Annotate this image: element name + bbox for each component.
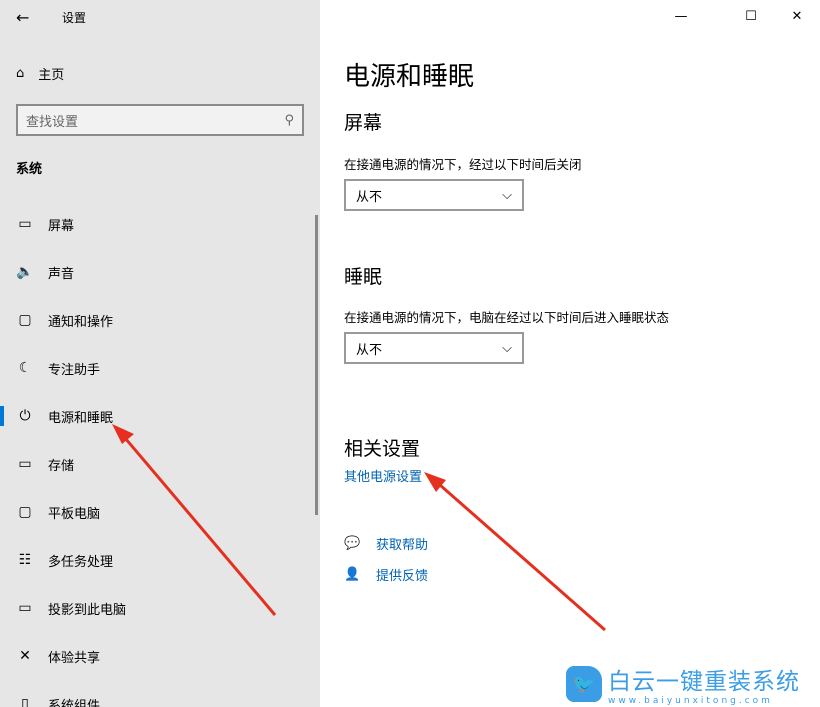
nav-icon: ☾	[0, 360, 48, 376]
sidebar-item[interactable]: ▢平板电脑	[0, 492, 310, 532]
nav-label: 多任务处理	[48, 551, 113, 570]
maximize-button[interactable]: ☐	[728, 0, 774, 32]
nav-icon: ▭	[0, 216, 48, 232]
sidebar-item[interactable]: ☷多任务处理	[0, 540, 310, 580]
screen-value: 从不	[356, 186, 382, 205]
app-title: 设置	[62, 9, 86, 26]
chevron-down-icon: ⌵	[502, 188, 512, 203]
sleep-value: 从不	[356, 339, 382, 358]
nav-icon: ▭	[0, 456, 48, 472]
nav-icon: ✕	[0, 648, 48, 664]
sidebar-item[interactable]: ▯系统组件	[0, 684, 310, 707]
screen-label: 在接通电源的情况下，经过以下时间后关闭	[344, 154, 582, 173]
nav-label: 电源和睡眠	[48, 407, 113, 426]
sidebar-home[interactable]: ⌂ 主页	[16, 64, 64, 83]
screen-timeout-dropdown[interactable]: 从不 ⌵	[344, 179, 524, 211]
help-label: 获取帮助	[376, 534, 428, 553]
minimize-button[interactable]: —	[658, 0, 704, 32]
nav-icon: ▯	[0, 696, 48, 707]
feedback-icon: 👤	[344, 567, 362, 582]
nav-label: 体验共享	[48, 647, 100, 666]
watermark-url: www.baiyunxitong.com	[608, 696, 800, 706]
nav-icon: 🔈	[0, 264, 48, 280]
feedback-link[interactable]: 👤 提供反馈	[344, 565, 428, 584]
sleep-timeout-dropdown[interactable]: 从不 ⌵	[344, 332, 524, 364]
sidebar-item[interactable]: ☾专注助手	[0, 348, 310, 388]
screen-heading: 屏幕	[344, 108, 382, 135]
nav-label: 存储	[48, 455, 74, 474]
nav-label: 专注助手	[48, 359, 100, 378]
search-input[interactable]: 查找设置 ⚲	[16, 104, 304, 136]
nav-label: 系统组件	[48, 695, 100, 707]
page-title: 电源和睡眠	[344, 56, 474, 93]
nav-label: 平板电脑	[48, 503, 100, 522]
sidebar-item[interactable]: ▢通知和操作	[0, 300, 310, 340]
watermark-logo: 🐦 白云一键重装系统www.baiyunxitong.com	[566, 662, 800, 706]
sidebar-item[interactable]: ▭存储	[0, 444, 310, 484]
nav-icon: ⏻	[0, 408, 48, 424]
close-button[interactable]: ✕	[774, 0, 820, 32]
nav-icon: ▢	[0, 312, 48, 328]
feedback-label: 提供反馈	[376, 565, 428, 584]
nav-icon: ☷	[0, 552, 48, 568]
nav-label: 屏幕	[48, 215, 74, 234]
sidebar-item[interactable]: ▭屏幕	[0, 204, 310, 244]
home-icon: ⌂	[16, 66, 24, 81]
sidebar: ← 设置 ⌂主页 查找设置⚲ 系统 ▭屏幕🔈声音▢通知和操作☾专注助手⏻电源和睡…	[0, 0, 320, 707]
sidebar-item[interactable]: ▭投影到此电脑	[0, 588, 310, 628]
nav-icon: ▭	[0, 600, 48, 616]
search-icon: ⚲	[284, 113, 294, 128]
sidebar-item[interactable]: ⏻电源和睡眠	[0, 396, 310, 436]
nav-label: 声音	[48, 263, 74, 282]
sleep-label: 在接通电源的情况下，电脑在经过以下时间后进入睡眠状态	[344, 307, 669, 326]
help-chat-icon: 💬	[344, 536, 362, 551]
nav-label: 通知和操作	[48, 311, 113, 330]
content: — ☐ ✕ 电源和睡眠 屏幕 在接通电源的情况下，经过以下时间后关闭 从不 ⌵ 睡…	[320, 0, 820, 707]
home-label: 主页	[38, 64, 64, 83]
other-power-settings-link[interactable]: 其他电源设置	[344, 466, 422, 485]
nav-label: 投影到此电脑	[48, 599, 126, 618]
bird-icon: 🐦	[566, 666, 602, 702]
sleep-heading: 睡眠	[344, 262, 382, 289]
scrollbar[interactable]	[315, 215, 318, 515]
section-title: 系统	[16, 158, 42, 177]
related-heading: 相关设置	[344, 434, 420, 461]
sidebar-item[interactable]: ✕体验共享	[0, 636, 310, 676]
sidebar-item[interactable]: 🔈声音	[0, 252, 310, 292]
watermark-name: 白云一键重装系统	[608, 662, 800, 696]
get-help-link[interactable]: 💬 获取帮助	[344, 534, 428, 553]
chevron-down-icon: ⌵	[502, 341, 512, 356]
search-placeholder: 查找设置	[26, 111, 78, 130]
back-arrow-icon[interactable]: ←	[16, 8, 29, 27]
nav-icon: ▢	[0, 504, 48, 520]
